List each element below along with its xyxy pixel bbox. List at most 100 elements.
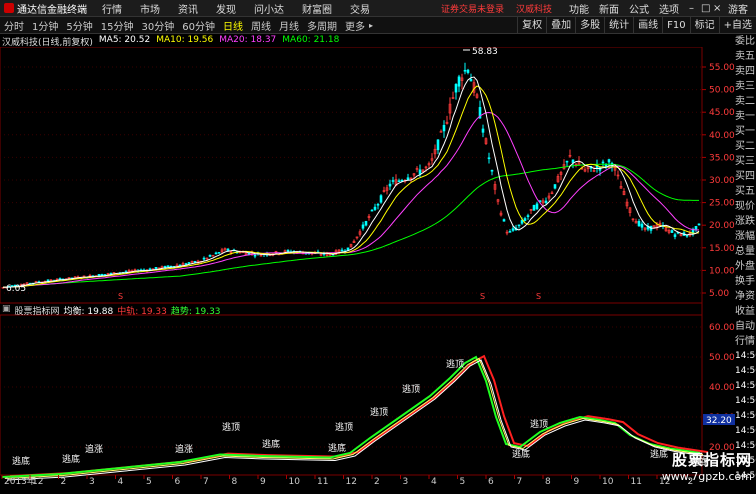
- candle-body: [637, 221, 641, 227]
- candle-body: [565, 160, 569, 163]
- time-tick-label: 5: [146, 477, 152, 487]
- candle-body: [553, 184, 557, 189]
- candle-body: [208, 254, 212, 257]
- stage-label: 追涨: [175, 443, 193, 455]
- candle-body: [376, 203, 380, 206]
- candle-body: [436, 139, 440, 151]
- indicator-name[interactable]: 股票指标网: [15, 304, 60, 317]
- price-tick-label: 35.00: [709, 153, 735, 163]
- quote-field-label: 委比: [735, 36, 755, 47]
- stage-label: 逃底: [512, 448, 530, 460]
- f10-button[interactable]: F10: [662, 17, 689, 34]
- tick-time: 14:50: [735, 411, 756, 421]
- candle-body: [454, 84, 458, 93]
- peak-marker: 58.83: [463, 47, 498, 57]
- menu-function[interactable]: 功能: [564, 1, 594, 16]
- period-tab-30min[interactable]: 30分钟: [137, 18, 178, 33]
- tick-time: 14:50: [735, 426, 756, 436]
- menu-wealth[interactable]: 财富圈: [293, 1, 341, 16]
- period-tab-multi[interactable]: 多周期: [303, 18, 341, 33]
- watermark-url: www.7gpzb.com: [661, 470, 752, 483]
- period-tab-more[interactable]: 更多: [341, 18, 369, 33]
- maximize-icon[interactable]: □: [696, 3, 710, 14]
- auto-label[interactable]: 自动: [735, 319, 756, 334]
- multi-stock-button[interactable]: 多股: [575, 17, 604, 34]
- ma-info-bar: 汉威科技(日线,前复权) MA5: 20.52 MA10: 19.56 MA20…: [0, 35, 340, 48]
- candle-body: [640, 223, 644, 228]
- menu-news[interactable]: 资讯: [169, 1, 207, 16]
- price-tick-label: 30.00: [709, 176, 735, 186]
- time-tick-label: 7: [517, 477, 523, 487]
- stage-label: 逃顶: [446, 358, 464, 370]
- menu-trade[interactable]: 交易: [341, 1, 379, 16]
- period-tab-weekly[interactable]: 周线: [247, 18, 275, 33]
- period-tab-5min[interactable]: 5分钟: [62, 18, 96, 33]
- user-label[interactable]: 游客: [720, 1, 756, 16]
- indicator-tick-label: 40.00: [709, 383, 735, 393]
- stage-label: 逃顶: [335, 421, 353, 433]
- event-marker-s: S: [536, 292, 541, 301]
- candle-body: [535, 203, 539, 210]
- menu-new-layout[interactable]: 新面: [594, 1, 624, 16]
- candle-body: [457, 76, 461, 87]
- period-tab-monthly[interactable]: 月线: [275, 18, 303, 33]
- chart-title: 汉威科技(日线,前复权): [2, 38, 93, 48]
- price-grid: [0, 66, 702, 294]
- quote-field-label: 卖三: [735, 81, 755, 92]
- candle-body: [217, 252, 221, 254]
- quote-field-label: 买五: [735, 186, 755, 197]
- quote-label[interactable]: 行情: [735, 334, 756, 349]
- adjust-button[interactable]: 复权: [517, 17, 546, 34]
- time-tick-label: 2: [61, 477, 67, 487]
- quote-field-label: 净资: [735, 291, 755, 302]
- ma60-value: MA60: 21.18: [282, 35, 340, 45]
- candle-body: [286, 249, 290, 252]
- candle-body: [604, 164, 608, 167]
- menu-market[interactable]: 市场: [131, 1, 169, 16]
- period-tab-daily[interactable]: 日线: [219, 18, 247, 33]
- stats-button[interactable]: 统计: [604, 17, 633, 34]
- menu-quotes[interactable]: 行情: [93, 1, 131, 16]
- stage-label: 逃底: [62, 453, 80, 465]
- quote-field-label: 换手: [735, 276, 755, 287]
- indicator-window-icon[interactable]: ▣: [2, 304, 11, 316]
- candle-body: [46, 279, 50, 282]
- price-tick-label: 20.00: [709, 221, 735, 231]
- candle-body: [184, 263, 188, 265]
- indicator-tick-label: 60.00: [709, 323, 735, 333]
- menu-ask[interactable]: 问小达: [245, 1, 293, 16]
- period-tab-1min[interactable]: 1分钟: [28, 18, 62, 33]
- menu-options[interactable]: 选项: [654, 1, 684, 16]
- candle-body: [193, 260, 197, 263]
- add-watchlist-button[interactable]: +自选: [718, 17, 756, 34]
- candle-body: [508, 231, 512, 233]
- time-tick-label: 12: [32, 477, 43, 487]
- login-alert[interactable]: 证券交易未登录: [435, 2, 510, 15]
- period-tab-60min[interactable]: 60分钟: [178, 18, 219, 33]
- app-title: 通达信金融终端: [0, 1, 93, 16]
- menubar-right: 功能 新面 公式 选项 – □ × 游客: [564, 0, 756, 17]
- chart-canvas[interactable]: 55.0050.0045.0040.0035.0030.0025.0020.00…: [0, 47, 735, 487]
- draw-line-button[interactable]: 画线: [633, 17, 662, 34]
- price-tick-label: 25.00: [709, 199, 735, 209]
- candle-body: [670, 230, 674, 233]
- candle-body: [364, 221, 368, 226]
- time-tick-label: 8: [545, 477, 551, 487]
- menu-formula[interactable]: 公式: [624, 1, 654, 16]
- mark-button[interactable]: 标记: [689, 17, 719, 34]
- candle-body: [373, 206, 377, 210]
- app-logo-icon: [4, 3, 14, 13]
- quote-field-label: 买四: [735, 171, 755, 182]
- stage-label: 逃顶: [530, 418, 548, 430]
- close-icon[interactable]: ×: [708, 3, 721, 14]
- indicator-frame: [0, 314, 703, 476]
- period-tab-intraday[interactable]: 分时: [0, 18, 28, 33]
- candle-body: [694, 226, 698, 230]
- minimize-icon[interactable]: –: [684, 3, 696, 14]
- candle-body: [253, 254, 257, 257]
- overlay-button[interactable]: 叠加: [546, 17, 575, 34]
- indicator-mid: 中轨: 19.33: [117, 307, 167, 317]
- period-tab-15min[interactable]: 15分钟: [97, 18, 138, 33]
- menu-discover[interactable]: 发现: [207, 1, 245, 16]
- more-chevron-icon[interactable]: ▸: [369, 21, 373, 30]
